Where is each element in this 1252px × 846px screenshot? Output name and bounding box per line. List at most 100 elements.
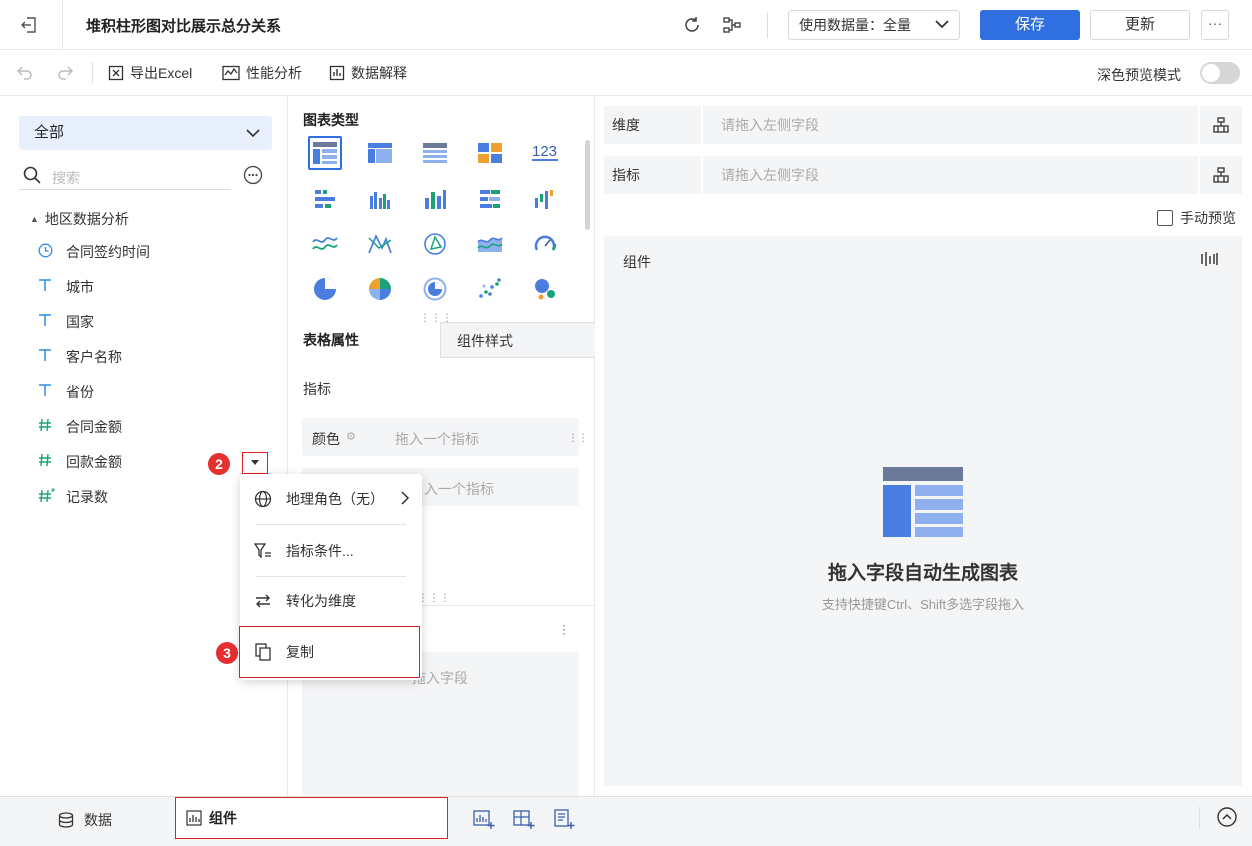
performance-analysis-button[interactable]: 性能分析 [222, 63, 302, 83]
color-drop-zone[interactable]: 颜色 ⚙ 拖入一个指标 [302, 418, 579, 456]
drag-handle-icon[interactable]: ⋮⋮⋮ [420, 314, 453, 324]
waterfall-chart-icon[interactable] [528, 182, 562, 216]
table-placeholder-icon [883, 467, 963, 540]
field-search[interactable]: 搜索 [19, 162, 231, 190]
search-input[interactable]: 搜索 [52, 168, 80, 188]
table-name: 地区数据分析 [44, 211, 129, 227]
manual-preview-label: 手动预览 [1180, 210, 1236, 226]
save-button[interactable]: 保存 [980, 10, 1080, 40]
menu-divider [256, 576, 406, 577]
empty-state-title: 拖入字段自动生成图表 [827, 563, 1018, 584]
tab-component-style[interactable]: 组件样式 [441, 322, 595, 358]
area-chart-icon[interactable] [473, 227, 507, 261]
column-chart-icon[interactable] [418, 182, 452, 216]
data-usage-select[interactable]: 使用数据量：全量 [788, 10, 960, 40]
line-chart-icon[interactable] [308, 227, 342, 261]
toolbar: 导出Excel 性能分析 数据解释 深色预览模式 [0, 50, 1252, 96]
field-item[interactable]: 省份 [38, 382, 94, 402]
radar-chart-icon[interactable] [418, 227, 452, 261]
checkbox[interactable] [1157, 210, 1173, 226]
field-dropdown-trigger[interactable] [242, 452, 268, 474]
pie-chart-icon[interactable] [308, 272, 342, 306]
add-component-icon[interactable] [473, 808, 495, 830]
data-explain-label: 数据解释 [351, 65, 407, 81]
number-type-icon [38, 418, 66, 436]
text-type-icon [38, 348, 66, 366]
gear-icon[interactable]: ⚙ [346, 430, 356, 443]
component-icon [186, 810, 202, 826]
donut-chart-icon[interactable] [363, 272, 397, 306]
dimension-drop-zone[interactable]: 请拖入左侧字段 [703, 106, 1198, 144]
export-excel-label: 导出Excel [130, 65, 193, 81]
scope-select[interactable]: 全部 [19, 116, 272, 150]
chevron-down-icon [935, 11, 949, 48]
more-options-icon[interactable] [242, 164, 264, 186]
chevron-down-icon [246, 116, 260, 163]
field-item[interactable]: 客户名称 [38, 347, 122, 367]
stacked-bar-icon[interactable] [473, 182, 507, 216]
menu-item-geo-role[interactable]: 地理角色（无） [240, 479, 422, 519]
data-explain-button[interactable]: 数据解释 [329, 63, 407, 83]
canvas-panel: 维度 请拖入左侧字段 指标 请拖入左侧字段 手动预览 组件 拖入字段自动生成图表… [595, 96, 1252, 796]
exit-icon[interactable] [18, 14, 40, 36]
menu-item-convert-dimension[interactable]: 转化为维度 [240, 581, 422, 621]
tab-component[interactable]: 组件 [175, 797, 448, 839]
field-item[interactable]: 城市 [38, 277, 94, 297]
lineage-icon[interactable] [721, 14, 743, 36]
number-card-icon[interactable]: 123 [528, 136, 562, 170]
bubble-chart-icon[interactable] [528, 272, 562, 306]
tab-table-properties[interactable]: 表格属性 [288, 322, 441, 358]
undo-icon[interactable] [16, 63, 34, 84]
metric-drop-zone[interactable]: 请拖入左侧字段 [703, 156, 1198, 194]
drag-handle-icon[interactable]: ⋮⋮⋮ [418, 594, 451, 604]
field-label: 省份 [66, 384, 94, 400]
export-excel-button[interactable]: 导出Excel [108, 63, 192, 83]
field-item[interactable]: 合同金额 [38, 417, 122, 437]
more-menu-button[interactable]: ··· [1201, 10, 1229, 40]
radar-line-icon[interactable] [363, 227, 397, 261]
dark-mode-toggle[interactable] [1200, 62, 1240, 84]
tab-data[interactable]: 数据 [58, 810, 112, 830]
menu-item-label: 指标条件... [286, 543, 354, 559]
data-explain-icon [329, 65, 345, 81]
table-chart-icon[interactable] [308, 136, 342, 170]
gauge-chart-icon[interactable] [528, 227, 562, 261]
add-text-component-icon[interactable] [553, 808, 575, 830]
component-canvas[interactable]: 组件 拖入字段自动生成图表 支持快捷键Ctrl、Shift多选字段拖入 [604, 236, 1242, 786]
rose-chart-icon[interactable] [418, 272, 452, 306]
kpi-card-icon[interactable] [473, 136, 507, 170]
table-tree-node[interactable]: ▲ 地区数据分析 [30, 209, 129, 229]
page-title: 堆积柱形图对比展示总分关系 [86, 18, 282, 35]
pivot-table-icon[interactable] [363, 136, 397, 170]
field-item[interactable]: 回款金额 [38, 452, 122, 472]
field-item[interactable]: 国家 [38, 312, 94, 332]
performance-icon [222, 65, 240, 81]
field-item[interactable]: 记录数 [38, 487, 108, 507]
filter-icon [240, 542, 286, 560]
tab-component-label: 组件 [209, 810, 237, 826]
manual-preview-checkbox[interactable]: 手动预览 [1157, 208, 1236, 228]
more-vertical-icon[interactable]: · · · [562, 619, 566, 639]
refresh-icon[interactable] [681, 14, 703, 36]
scrollbar[interactable] [585, 140, 590, 230]
hierarchy-icon[interactable] [1200, 106, 1242, 144]
grouped-bar-icon[interactable] [363, 182, 397, 216]
collapse-up-icon[interactable] [1216, 806, 1238, 831]
performance-analysis-label: 性能分析 [246, 65, 302, 81]
menu-divider [256, 524, 406, 525]
header: 堆积柱形图对比展示总分关系 使用数据量：全量 保存 更新 ··· [0, 0, 1252, 50]
drag-handle-icon[interactable]: ⋮⋮ [568, 434, 588, 444]
field-item[interactable]: 合同签约时间 [38, 242, 150, 262]
detail-table-icon[interactable] [418, 136, 452, 170]
hierarchy-icon[interactable] [1200, 156, 1242, 194]
menu-item-metric-condition[interactable]: 指标条件... [240, 531, 422, 571]
scatter-chart-icon[interactable] [473, 272, 507, 306]
add-filter-component-icon[interactable] [513, 808, 535, 830]
metric-label: 指标 [604, 156, 701, 194]
bar-horizontal-icon[interactable] [308, 182, 342, 216]
update-button[interactable]: 更新 [1090, 10, 1190, 40]
chevron-right-icon [400, 489, 410, 510]
chart-settings-icon[interactable] [1200, 250, 1218, 271]
redo-icon[interactable] [56, 63, 74, 84]
field-label: 客户名称 [66, 349, 122, 365]
